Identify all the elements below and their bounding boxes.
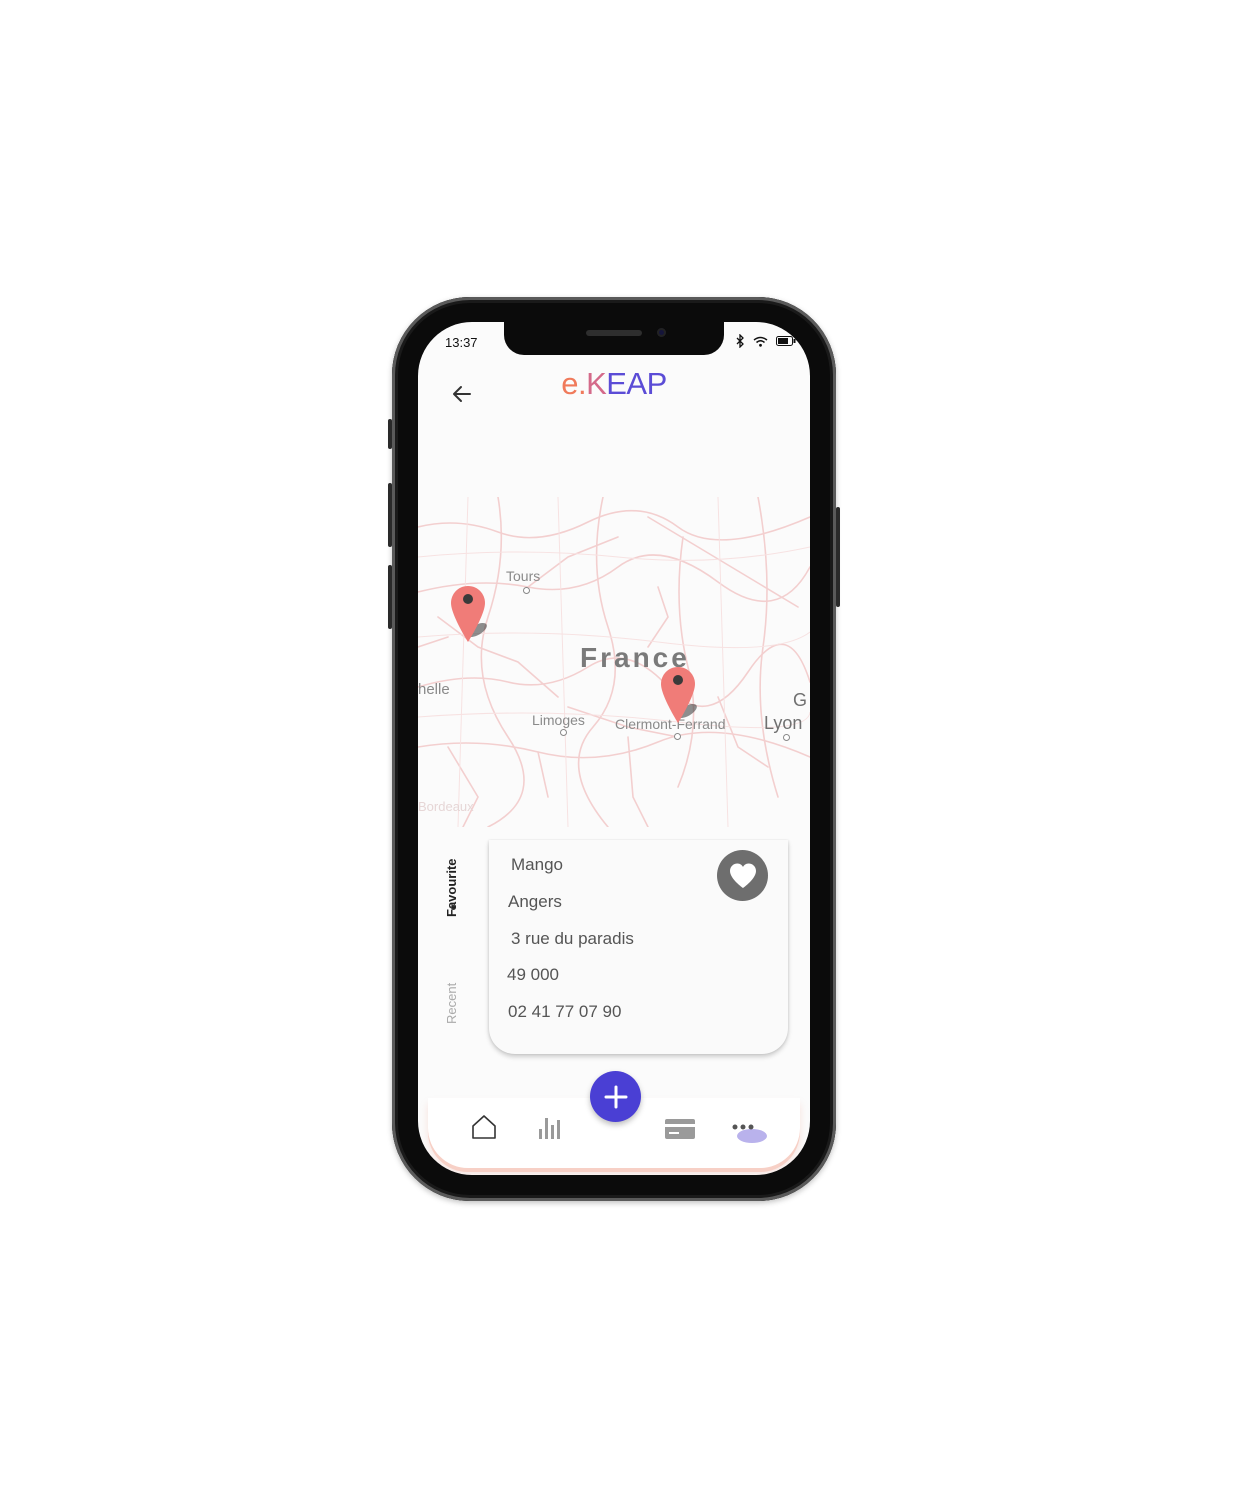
logo-rest: EAP [606,366,667,401]
favourite-button[interactable] [717,850,768,901]
speaker-grille [586,330,642,336]
city-marker-tours [523,587,530,594]
list-tabs: Favourite Recent [438,847,468,1027]
more-icon [732,1124,767,1143]
nav-more[interactable] [731,1120,769,1149]
map-label-g: G [793,690,808,710]
map-pin-clermont[interactable] [659,665,697,725]
store-phone: 02 41 77 07 90 [508,1002,622,1021]
home-icon [472,1115,496,1139]
store-name: Mango [511,855,563,874]
city-marker-clermont [674,733,681,740]
map-label-tours: Tours [506,568,541,584]
volume-down-button [388,565,392,629]
store-street: 3 rue du paradis [511,929,634,948]
add-button[interactable] [590,1071,641,1122]
logo-k: K [586,366,607,401]
store-card[interactable]: Mango Angers 3 rue du paradis 49 000 02 … [489,840,788,1054]
store-postal-code: 49 000 [507,965,559,984]
nav-cards[interactable] [664,1118,696,1145]
front-camera [657,328,666,337]
status-icons [736,334,796,348]
map-label-bordeaux: Bordeaux [418,799,474,814]
map-label-rochelle: helle [418,681,450,698]
power-button [836,507,840,607]
logo-e: e. [561,366,587,401]
volume-up-button [388,483,392,547]
heart-icon [729,863,756,888]
store-city: Angers [508,892,562,911]
status-time: 13:37 [445,335,478,350]
plus-icon [604,1085,627,1108]
battery-icon [776,336,796,346]
bluetooth-icon [736,334,744,348]
mute-switch [388,419,392,449]
app-screen: 13:37 e.KEAP Tours helle France Limoges … [418,322,810,1175]
credit-card-icon [665,1119,695,1139]
map-label-lyon: Lyon [764,713,803,733]
map-pin-angers[interactable] [449,584,487,644]
map-pin-icon [451,586,487,642]
tab-recent[interactable]: Recent [444,983,459,1024]
bar-chart-icon [539,1118,560,1139]
nav-home[interactable] [471,1114,497,1145]
notch [504,322,724,355]
app-logo: e.KEAP [418,366,810,402]
city-marker-limoges [560,729,567,736]
wifi-icon [753,336,768,347]
city-marker-lyon [783,734,790,741]
map-pin-icon [661,667,697,723]
nav-stats[interactable] [538,1114,564,1145]
store-map[interactable]: Tours helle France Limoges Clermont-Ferr… [418,497,810,827]
map-label-limoges: Limoges [532,712,585,728]
tab-favourite[interactable]: Favourite [444,858,459,917]
